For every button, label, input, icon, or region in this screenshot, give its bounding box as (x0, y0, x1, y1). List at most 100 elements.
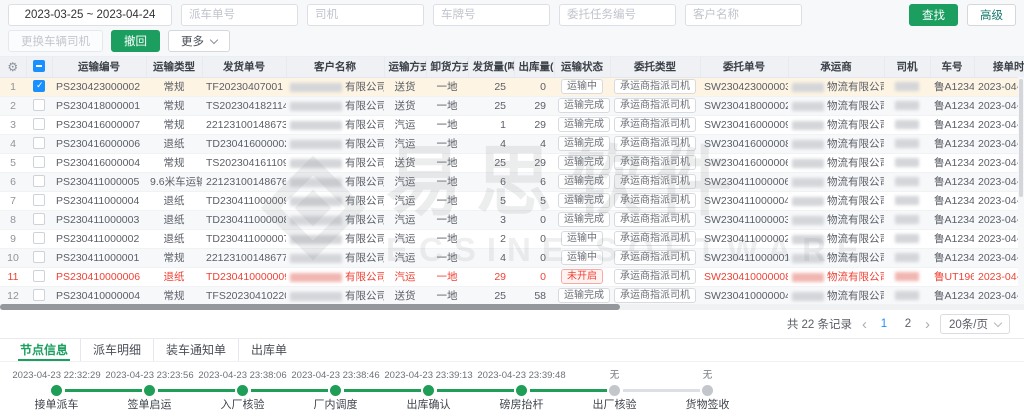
vertical-scrollbar[interactable] (1018, 77, 1024, 304)
status-badge: 运输中 (561, 231, 603, 246)
cell-ship-no: TD230416000002 (202, 134, 286, 153)
table-row[interactable]: 2PS230418000001常规TS202304182114有限公司送货一地2… (0, 96, 1024, 115)
node-timeline: 2023-04-23 22:32:29接单派车2023-04-23 23:23:… (0, 362, 1024, 416)
status-badge: 运输完成 (558, 174, 610, 189)
cell-plate-no: 鲁A12345 (930, 286, 974, 304)
cell-transport-no: PS230410000006 (52, 267, 146, 286)
advanced-button[interactable]: 高级 (967, 4, 1016, 26)
cell-unload-mode: 一地 (426, 248, 468, 267)
row-checkbox[interactable] (33, 175, 45, 187)
table-row[interactable]: 3PS230416000007常规22123100148673有限公司汽运一地1… (0, 115, 1024, 134)
row-checkbox[interactable] (33, 251, 45, 263)
change-vehicle-driver-button[interactable]: 更换车辆司机 (8, 30, 103, 52)
row-checkbox[interactable] (33, 99, 45, 111)
table-row[interactable]: 4PS230416000006退纸TD230416000002有限公司汽运一地4… (0, 134, 1024, 153)
task-no-input[interactable] (559, 4, 676, 26)
search-button[interactable]: 查找 (909, 4, 958, 26)
status-badge: 运输完成 (558, 117, 610, 132)
masked-customer-name (290, 197, 342, 206)
cell-transport-type: 常规 (146, 153, 202, 172)
customer-name-input[interactable] (685, 4, 802, 26)
cell-status: 运输完成 (554, 210, 610, 229)
filter-bar: 2023-03-25 ~ 2023-04-24 查找 高级 (0, 0, 1024, 26)
cell-plate-no: 鲁A12345 (930, 153, 974, 172)
vertical-scrollbar-thumb[interactable] (1019, 79, 1023, 197)
row-checkbox[interactable] (33, 118, 45, 130)
table-row[interactable]: 10PS230411000001常规22123100148677有限公司汽运一地… (0, 248, 1024, 267)
date-range-value: 2023-03-25 ~ 2023-04-24 (25, 9, 156, 21)
row-checkbox-cell (26, 267, 52, 286)
column-header-6: 发货量(吨) (468, 57, 514, 77)
cell-plate-no: 鲁A12345 (930, 115, 974, 134)
cell-accept-date: 2023-04-1 (974, 229, 1024, 248)
row-checkbox[interactable] (33, 137, 45, 149)
carrier-name-suffix: 物流有限公司 (827, 81, 884, 93)
table-row[interactable]: 12PS230410000004常规TFS202304102203有限公司送货一… (0, 286, 1024, 304)
cell-unload-mode: 一地 (426, 229, 468, 248)
date-range-input[interactable]: 2023-03-25 ~ 2023-04-24 (8, 4, 172, 26)
page-button-2[interactable]: 2 (901, 318, 915, 330)
more-button[interactable]: 更多 (168, 30, 230, 52)
dispatch-no-input[interactable] (181, 4, 298, 26)
carrier-name-suffix: 物流有限公司 (827, 119, 884, 131)
horizontal-scrollbar-thumb[interactable] (0, 304, 620, 310)
plate-no-input[interactable] (433, 4, 550, 26)
cell-transport-mode: 送货 (384, 153, 426, 172)
pagination-total: 共 22 条记录 (787, 316, 852, 332)
timeline-node-time: 无 (661, 369, 754, 382)
row-checkbox[interactable] (33, 289, 45, 301)
cell-accept-date: 2023-04-2 (974, 77, 1024, 96)
cell-plate-no: 鲁A12345 (930, 96, 974, 115)
table-row[interactable]: 9PS230411000002退纸TD230411000007有限公司汽运一地2… (0, 229, 1024, 248)
cell-plate-no: 鲁A12345 (930, 77, 974, 96)
cell-transport-no: PS230423000002 (52, 77, 146, 96)
page-button-1[interactable]: 1 (877, 318, 891, 330)
cell-transport-mode: 汽运 (384, 248, 426, 267)
table-row[interactable]: 5PS230416000004常规TS202304161109有限公司送货一地2… (0, 153, 1024, 172)
cell-commission-type: 承运商指派司机 (610, 115, 700, 134)
carrier-name-suffix: 物流有限公司 (827, 176, 884, 188)
masked-driver-name (895, 101, 919, 110)
masked-driver-name (895, 253, 919, 262)
tms-dispatch-page: 2023-03-25 ~ 2023-04-24 查找 高级 更换车辆司机 撤回 … (0, 0, 1024, 416)
select-all-checkbox[interactable] (33, 60, 45, 72)
table-row[interactable]: 11PS230410000006退纸TD230410000009有限公司汽运一地… (0, 267, 1024, 286)
cell-ship-no: TD230410000009 (202, 267, 286, 286)
tab-3[interactable]: 出库单 (238, 339, 299, 361)
cell-ship-qty: 5 (468, 191, 514, 210)
table-row[interactable]: 7PS230411000004退纸TD230411000009有限公司汽运一地5… (0, 191, 1024, 210)
table-row[interactable]: 1PS230423000002常规TF20230407001有限公司送货一地25… (0, 77, 1024, 96)
tab-1[interactable]: 派车明细 (80, 339, 153, 361)
cell-transport-type: 退纸 (146, 229, 202, 248)
row-checkbox[interactable] (33, 194, 45, 206)
row-checkbox[interactable] (33, 270, 45, 282)
page-size-select[interactable]: 20条/页 (940, 314, 1010, 334)
cell-customer-name: 有限公司 (286, 134, 384, 153)
row-checkbox[interactable] (33, 156, 45, 168)
timeline-node-0: 2023-04-23 22:32:29接单派车 (10, 369, 103, 416)
row-checkbox-cell (26, 134, 52, 153)
tab-0[interactable]: 节点信息 (8, 339, 80, 361)
row-checkbox[interactable] (33, 213, 45, 225)
row-checkbox[interactable] (33, 80, 45, 92)
horizontal-scrollbar[interactable] (0, 304, 1024, 310)
driver-input[interactable] (307, 4, 424, 26)
cell-transport-no: PS230411000004 (52, 191, 146, 210)
carrier-name-suffix: 物流有限公司 (827, 214, 884, 226)
column-header-4: 运输方式 (384, 57, 426, 77)
gear-icon[interactable]: ⚙ (7, 60, 18, 74)
prev-page-button[interactable]: ‹ (862, 317, 867, 332)
carrier-name-suffix: 物流有限公司 (827, 157, 884, 169)
table-row[interactable]: 8PS230411000003退纸TD230411000008有限公司汽运一地3… (0, 210, 1024, 229)
tab-2[interactable]: 装车通知单 (153, 339, 238, 361)
row-index: 9 (0, 229, 26, 248)
cell-plate-no: 鲁UT1960 (930, 267, 974, 286)
revoke-button[interactable]: 撤回 (111, 30, 160, 52)
cell-driver (884, 134, 930, 153)
masked-driver-name (895, 272, 919, 281)
next-page-button[interactable]: › (925, 317, 930, 332)
row-checkbox[interactable] (33, 232, 45, 244)
carrier-name-suffix: 物流有限公司 (827, 233, 884, 245)
table-row[interactable]: 6PS2304110000059.6米车运输22123100148676有限公司… (0, 172, 1024, 191)
timeline-node-label: 厂内调度 (289, 399, 382, 412)
